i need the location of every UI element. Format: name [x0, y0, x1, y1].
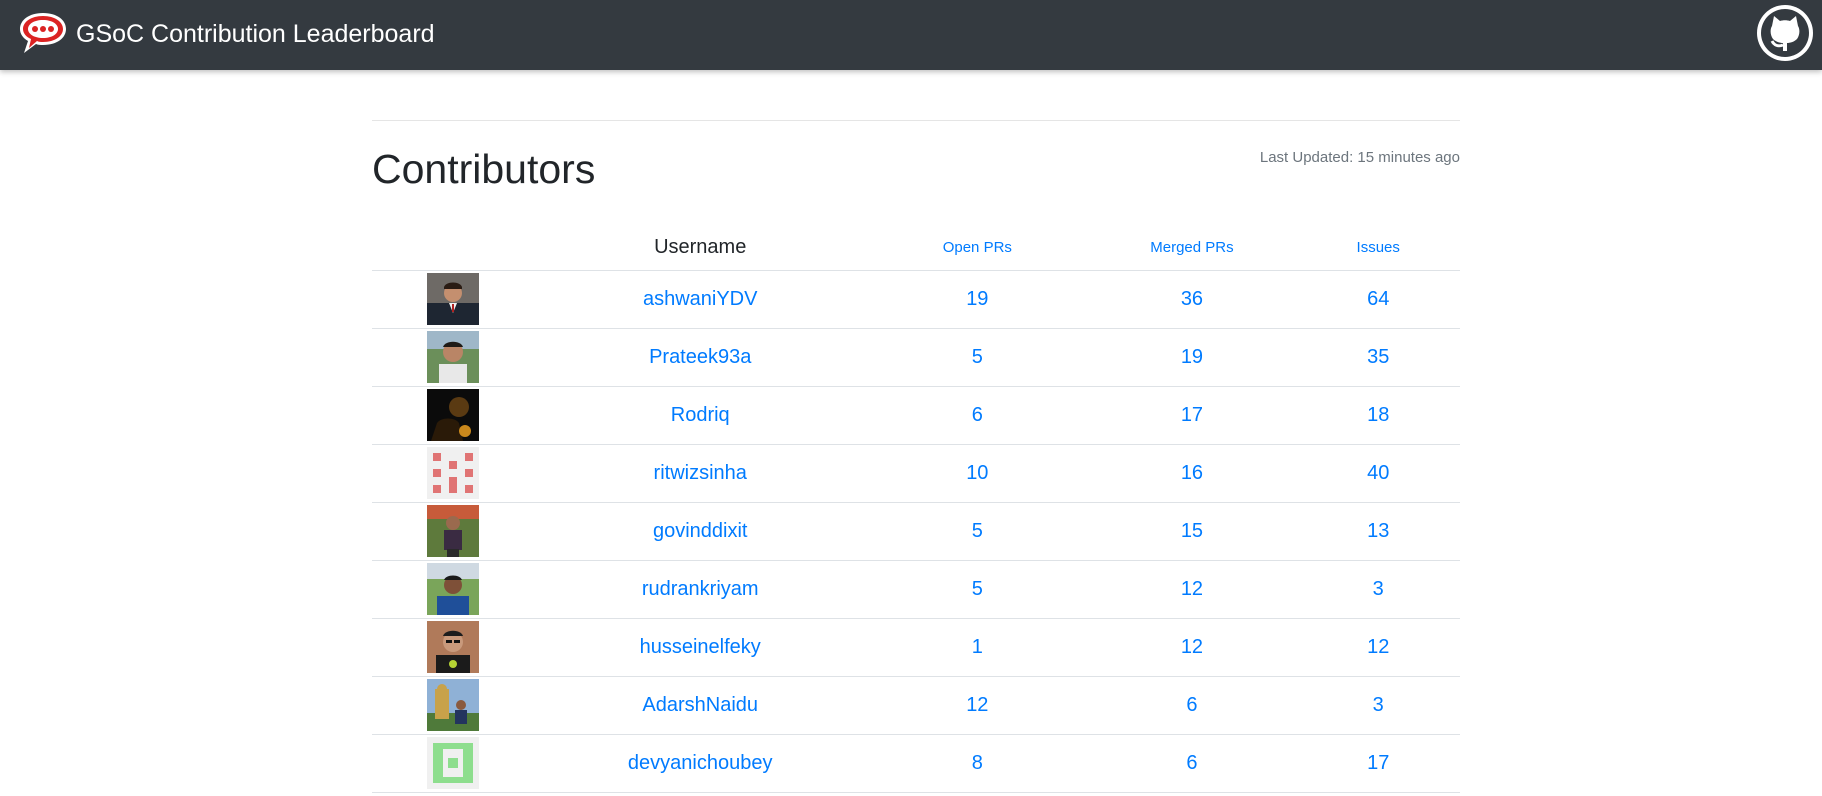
issues-cell: 17	[1296, 734, 1460, 793]
username-cell: AdarshNaidu	[533, 676, 868, 735]
merged-prs-cell: 16	[1087, 444, 1297, 503]
avatar-cell	[372, 676, 534, 735]
rocket-chat-logo-icon[interactable]	[16, 9, 70, 57]
open-prs-cell: 1	[867, 618, 1088, 677]
avatar[interactable]	[426, 331, 479, 383]
username-link[interactable]: ritwizsinha	[654, 462, 747, 484]
table-row: ashwaniYDV 19 36 64	[372, 270, 1460, 329]
leaderboard-rows: ashwaniYDV 19 36 64 Prateek93a 5 19 35 Rodriq 6 17…	[372, 270, 1460, 793]
open-prs-cell: 10	[867, 444, 1088, 503]
main-container: Contributors Last Updated: 15 minutes ag…	[372, 120, 1460, 793]
table-row: AdarshNaidu 12 6 3	[372, 676, 1460, 735]
issues-cell: 35	[1296, 328, 1460, 387]
avatar-cell	[372, 444, 534, 503]
issues-cell: 64	[1296, 270, 1460, 329]
issues-cell: 40	[1296, 444, 1460, 503]
merged-prs-cell: 19	[1087, 328, 1297, 387]
open-prs-column-header[interactable]: Open PRs	[867, 225, 1088, 271]
username-link[interactable]: ashwaniYDV	[643, 288, 758, 310]
issues-cell: 18	[1296, 386, 1460, 445]
page-title: Contributors	[372, 146, 596, 192]
github-octocat-icon[interactable]	[1756, 4, 1814, 62]
avatar-cell	[372, 270, 534, 329]
avatar-column-header	[372, 225, 534, 271]
divider	[372, 120, 1460, 121]
avatar-cell	[372, 734, 534, 793]
issues-column-header[interactable]: Issues	[1296, 225, 1460, 271]
username-cell: husseinelfeky	[533, 618, 868, 677]
username-cell: devyanichoubey	[533, 734, 868, 793]
table-row: Prateek93a 5 19 35	[372, 328, 1460, 387]
table-row: govinddixit 5 15 13	[372, 502, 1460, 561]
open-prs-cell: 8	[867, 734, 1088, 793]
username-cell: Prateek93a	[533, 328, 868, 387]
open-prs-cell: 5	[867, 502, 1088, 561]
avatar[interactable]	[426, 447, 479, 499]
username-link[interactable]: Prateek93a	[649, 346, 751, 368]
table-row: ritwizsinha 10 16 40	[372, 444, 1460, 503]
open-prs-cell: 12	[867, 676, 1088, 735]
table-row: husseinelfeky 1 12 12	[372, 618, 1460, 677]
last-updated-text: Last Updated: 15 minutes ago	[1259, 149, 1460, 166]
avatar-cell	[372, 560, 534, 619]
avatar[interactable]	[426, 505, 479, 557]
table-header-row: Username Open PRs Merged PRs Issues	[372, 225, 1460, 271]
avatar[interactable]	[426, 737, 479, 789]
username-link[interactable]: govinddixit	[653, 520, 748, 542]
username-cell: Rodriq	[533, 386, 868, 445]
username-cell: govinddixit	[533, 502, 868, 561]
issues-cell: 12	[1296, 618, 1460, 677]
merged-prs-cell: 12	[1087, 618, 1297, 677]
issues-cell: 3	[1296, 676, 1460, 735]
open-prs-cell: 19	[867, 270, 1088, 329]
merged-prs-cell: 12	[1087, 560, 1297, 619]
table-row: Rodriq 6 17 18	[372, 386, 1460, 445]
issues-cell: 3	[1296, 560, 1460, 619]
app-title[interactable]: GSoC Contribution Leaderboard	[76, 20, 435, 49]
table-row: devyanichoubey 8 6 17	[372, 734, 1460, 793]
username-link[interactable]: Rodriq	[671, 404, 730, 426]
merged-prs-cell: 15	[1087, 502, 1297, 561]
avatar[interactable]	[426, 621, 479, 673]
avatar-cell	[372, 502, 534, 561]
open-prs-cell: 5	[867, 560, 1088, 619]
merged-prs-column-header[interactable]: Merged PRs	[1087, 225, 1297, 271]
username-link[interactable]: rudrankriyam	[642, 578, 759, 600]
username-cell: ashwaniYDV	[533, 270, 868, 329]
username-cell: ritwizsinha	[533, 444, 868, 503]
table-row: rudrankriyam 5 12 3	[372, 560, 1460, 619]
avatar-cell	[372, 328, 534, 387]
username-link[interactable]: husseinelfeky	[640, 636, 761, 658]
avatar-cell	[372, 618, 534, 677]
merged-prs-cell: 17	[1087, 386, 1297, 445]
leaderboard-table: Username Open PRs Merged PRs Issues ashw…	[372, 225, 1460, 793]
avatar-cell	[372, 386, 534, 445]
avatar[interactable]	[426, 389, 479, 441]
avatar[interactable]	[426, 563, 479, 615]
username-column-header: Username	[533, 225, 868, 271]
username-link[interactable]: AdarshNaidu	[642, 694, 758, 716]
top-navbar: GSoC Contribution Leaderboard	[0, 0, 1822, 70]
merged-prs-cell: 36	[1087, 270, 1297, 329]
username-link[interactable]: devyanichoubey	[628, 752, 773, 774]
username-cell: rudrankriyam	[533, 560, 868, 619]
issues-cell: 13	[1296, 502, 1460, 561]
avatar[interactable]	[426, 273, 479, 325]
avatar[interactable]	[426, 679, 479, 731]
open-prs-cell: 5	[867, 328, 1088, 387]
open-prs-cell: 6	[867, 386, 1088, 445]
merged-prs-cell: 6	[1087, 676, 1297, 735]
merged-prs-cell: 6	[1087, 734, 1297, 793]
